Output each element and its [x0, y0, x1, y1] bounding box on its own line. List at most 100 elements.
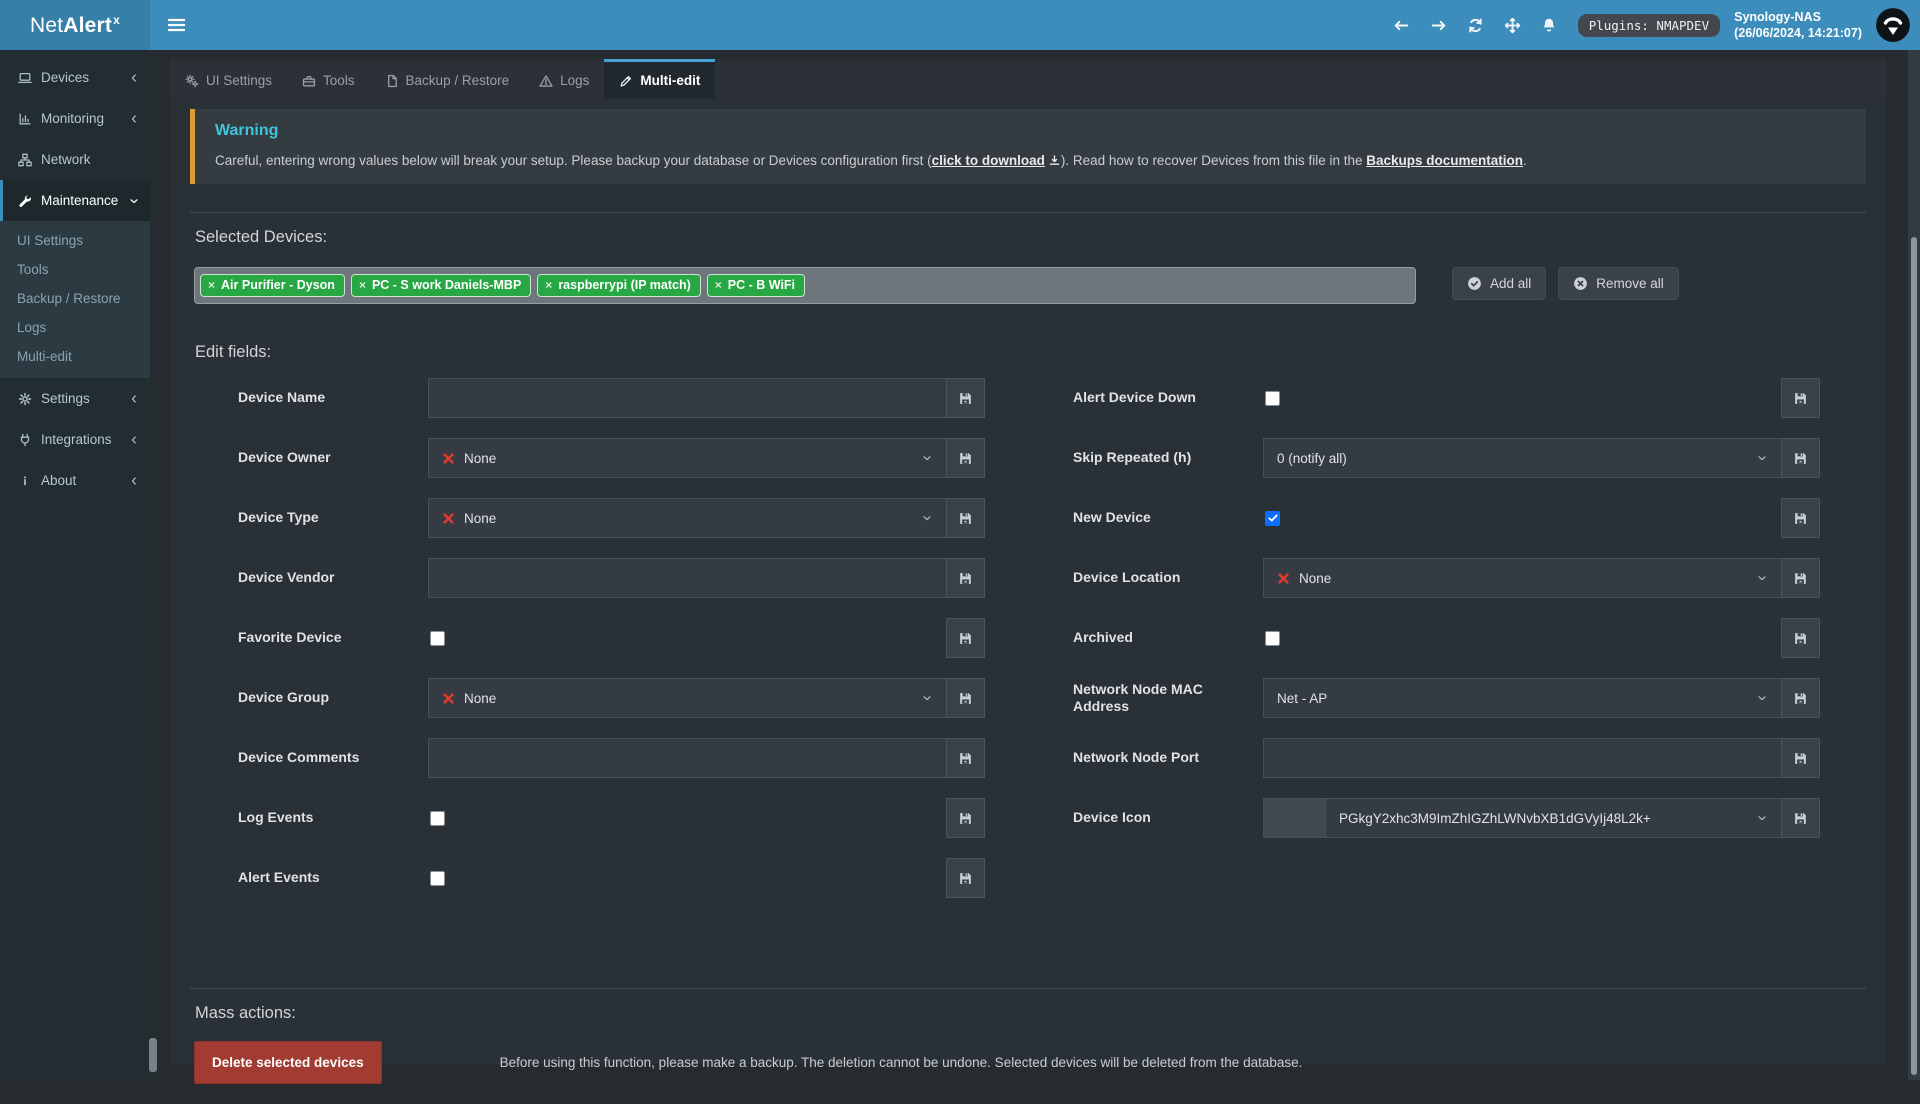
- laptop-icon: [18, 71, 32, 85]
- archived-checkbox[interactable]: [1265, 631, 1280, 646]
- selected-devices-field[interactable]: ×Air Purifier - Dyson×PC - S work Daniel…: [194, 267, 1416, 304]
- sidebar-item-monitoring[interactable]: Monitoring: [0, 98, 150, 139]
- tab-tools[interactable]: Tools: [287, 59, 370, 99]
- new-device-label: New Device: [1073, 509, 1263, 527]
- skip-repeated-save-button[interactable]: [1781, 438, 1820, 478]
- device-vendor-save-button[interactable]: [946, 558, 985, 598]
- alert-device-down-checkbox[interactable]: [1265, 391, 1280, 406]
- device-location-select[interactable]: None: [1263, 558, 1781, 598]
- device-location-save-button[interactable]: [1781, 558, 1820, 598]
- warning-text-2: ). Read how to recover Devices from this…: [1061, 153, 1366, 168]
- device-tag: × PC - S work Daniels-MBP: [351, 274, 531, 297]
- device-tag-label: PC - S work Daniels-MBP: [372, 278, 521, 292]
- new-device-checkbox[interactable]: [1265, 511, 1280, 526]
- new-device-save-button[interactable]: [1781, 498, 1820, 538]
- save-icon: [1793, 571, 1808, 586]
- avatar[interactable]: [1876, 8, 1910, 42]
- device-comments-save-button[interactable]: [946, 738, 985, 778]
- sidebar: DevicesMonitoringNetworkMaintenanceUI Se…: [0, 50, 150, 1080]
- log-events-checkbox[interactable]: [430, 811, 445, 826]
- edit-fields-left-column: Device NameDevice OwnerNoneDevice TypeNo…: [238, 378, 985, 918]
- network-node-mac-address-select[interactable]: Net - AP: [1263, 678, 1781, 718]
- tab-backup-restore[interactable]: Backup / Restore: [370, 59, 525, 99]
- sidebar-submenu-maintenance: UI SettingsToolsBackup / RestoreLogsMult…: [0, 221, 150, 378]
- sync-button[interactable]: [1457, 0, 1494, 50]
- select-chevron-icon: [1756, 812, 1768, 824]
- bell-button[interactable]: [1531, 0, 1568, 50]
- network-node-port-save-button[interactable]: [1781, 738, 1820, 778]
- sidebar-item-settings[interactable]: Settings: [0, 378, 150, 419]
- device-comments-input[interactable]: [428, 738, 946, 778]
- tab-multi-edit[interactable]: Multi-edit: [604, 59, 715, 99]
- device-owner-save-button[interactable]: [946, 438, 985, 478]
- arrow-right-button[interactable]: [1420, 0, 1457, 50]
- tab-label: Tools: [323, 73, 355, 88]
- sidebar-item-label: Integrations: [41, 432, 112, 447]
- tab-logs[interactable]: Logs: [524, 59, 604, 99]
- alert-device-down-save-button[interactable]: [1781, 378, 1820, 418]
- remove-tag-icon[interactable]: ×: [715, 278, 722, 292]
- remove-all-button[interactable]: Remove all: [1558, 267, 1679, 300]
- field-row-device-type: Device TypeNone: [238, 498, 985, 538]
- alert-events-save-button[interactable]: [946, 858, 985, 898]
- save-icon: [958, 871, 973, 886]
- device-owner-select[interactable]: None: [428, 438, 946, 478]
- alert-events-checkbox[interactable]: [430, 871, 445, 886]
- arrow-left-button[interactable]: [1383, 0, 1420, 50]
- field-row-alert-events: Alert Events: [238, 858, 985, 898]
- remove-tag-icon[interactable]: ×: [208, 278, 215, 292]
- device-name-input[interactable]: [428, 378, 946, 418]
- network-node-port-input[interactable]: [1263, 738, 1781, 778]
- device-name-save-button[interactable]: [946, 378, 985, 418]
- submenu-item-ui-settings[interactable]: UI Settings: [0, 226, 150, 255]
- field-row-device-name: Device Name: [238, 378, 985, 418]
- x-circle-icon: [1573, 276, 1588, 291]
- vertical-scrollbar-thumb[interactable]: [1911, 237, 1917, 1075]
- submenu-item-logs[interactable]: Logs: [0, 313, 150, 342]
- top-navbar: NetAlertx Plugins: NMAPDEV Synology-NAS …: [0, 0, 1920, 50]
- device-group-save-button[interactable]: [946, 678, 985, 718]
- arrow-left-icon: [1393, 17, 1410, 34]
- sidebar-item-maintenance[interactable]: Maintenance: [0, 180, 150, 221]
- sidebar-scrollbar-thumb[interactable]: [149, 1038, 157, 1072]
- archived-save-button[interactable]: [1781, 618, 1820, 658]
- wrench-icon: [18, 194, 32, 208]
- download-backup-link[interactable]: click to download: [932, 153, 1061, 168]
- sidebar-toggle-button[interactable]: [150, 0, 203, 50]
- backups-doc-link[interactable]: Backups documentation: [1366, 153, 1523, 168]
- device-icon-save-button[interactable]: [1781, 798, 1820, 838]
- device-name-control: [428, 378, 985, 418]
- device-tag-label: PC - B WiFi: [728, 278, 795, 292]
- mass-actions-heading: Mass actions:: [190, 989, 1866, 1023]
- info-icon: [18, 474, 32, 488]
- device-icon-select[interactable]: PGkgY2xhc3M9ImZhIGZhLWNvbXB1dGVyIj48L2k+: [1325, 798, 1781, 838]
- device-group-select[interactable]: None: [428, 678, 946, 718]
- network-node-mac-address-save-button[interactable]: [1781, 678, 1820, 718]
- submenu-item-multi-edit[interactable]: Multi-edit: [0, 342, 150, 371]
- delete-selected-devices-button[interactable]: Delete selected devices: [194, 1041, 382, 1084]
- device-type-save-button[interactable]: [946, 498, 985, 538]
- favorite-device-checkbox[interactable]: [430, 631, 445, 646]
- sidebar-item-network[interactable]: Network: [0, 139, 150, 180]
- hamburger-icon: [168, 18, 185, 32]
- submenu-item-backup-restore[interactable]: Backup / Restore: [0, 284, 150, 313]
- device-vendor-input[interactable]: [428, 558, 946, 598]
- tab-ui-settings[interactable]: UI Settings: [170, 59, 287, 99]
- app-logo[interactable]: NetAlertx: [0, 0, 150, 50]
- add-all-button[interactable]: Add all: [1452, 267, 1546, 300]
- field-row-device-icon: Device IconPGkgY2xhc3M9ImZhIGZhLWNvbXB1d…: [1073, 798, 1820, 838]
- remove-tag-icon[interactable]: ×: [359, 278, 366, 292]
- favorite-device-save-button[interactable]: [946, 618, 985, 658]
- sidebar-item-devices[interactable]: Devices: [0, 57, 150, 98]
- header-timestamp: (26/06/2024, 14:21:07): [1734, 25, 1862, 41]
- sidebar-item-integrations[interactable]: Integrations: [0, 419, 150, 460]
- remove-tag-icon[interactable]: ×: [545, 278, 552, 292]
- sidebar-item-about[interactable]: About: [0, 460, 150, 501]
- device-type-select[interactable]: None: [428, 498, 946, 538]
- skip-repeated-select[interactable]: 0 (notify all): [1263, 438, 1781, 478]
- move-button[interactable]: [1494, 0, 1531, 50]
- submenu-item-tools[interactable]: Tools: [0, 255, 150, 284]
- brand-sup: x: [113, 13, 120, 27]
- brand-name: NetAlert: [30, 14, 112, 37]
- log-events-save-button[interactable]: [946, 798, 985, 838]
